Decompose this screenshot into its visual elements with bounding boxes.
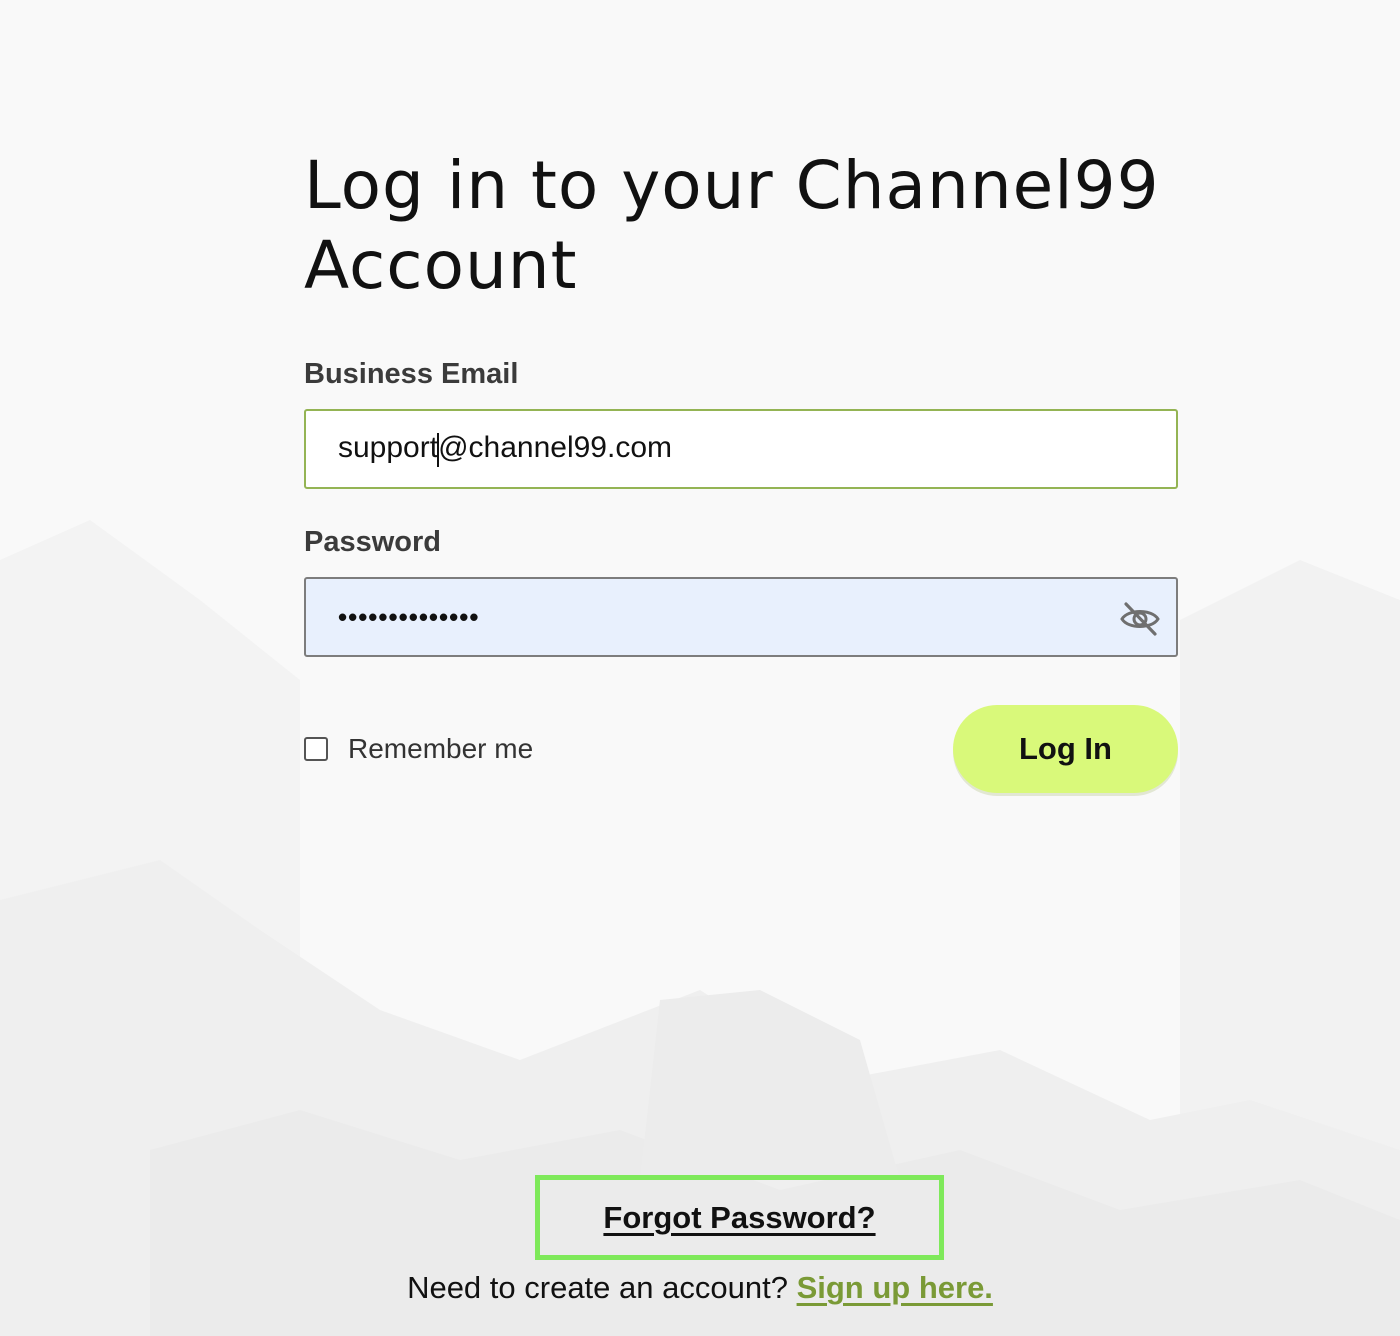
forgot-password-link[interactable]: Forgot Password? — [603, 1200, 875, 1236]
email-label: Business Email — [304, 358, 519, 390]
forgot-password-highlight: Forgot Password? — [535, 1175, 944, 1260]
remember-me[interactable]: Remember me — [304, 733, 533, 765]
login-page: Log in to your Channel99 Account Busines… — [0, 0, 1400, 1336]
email-value: support@channel99.com — [338, 431, 672, 467]
password-field[interactable]: •••••••••••••• — [304, 577, 1178, 657]
remember-me-checkbox[interactable] — [304, 737, 328, 761]
password-value: •••••••••••••• — [338, 601, 480, 632]
remember-me-label: Remember me — [348, 733, 534, 764]
signup-prompt: Need to create an account? — [407, 1270, 788, 1305]
login-button[interactable]: Log In — [953, 705, 1178, 793]
text-caret — [437, 432, 440, 467]
email-field[interactable]: support@channel99.com — [304, 409, 1178, 489]
signup-line: Need to create an account? Sign up here. — [0, 1270, 1400, 1306]
signup-link[interactable]: Sign up here. — [797, 1270, 993, 1305]
eye-slash-icon[interactable] — [1118, 597, 1162, 641]
password-label: Password — [304, 526, 441, 558]
page-title: Log in to your Channel99 Account — [304, 147, 1160, 304]
